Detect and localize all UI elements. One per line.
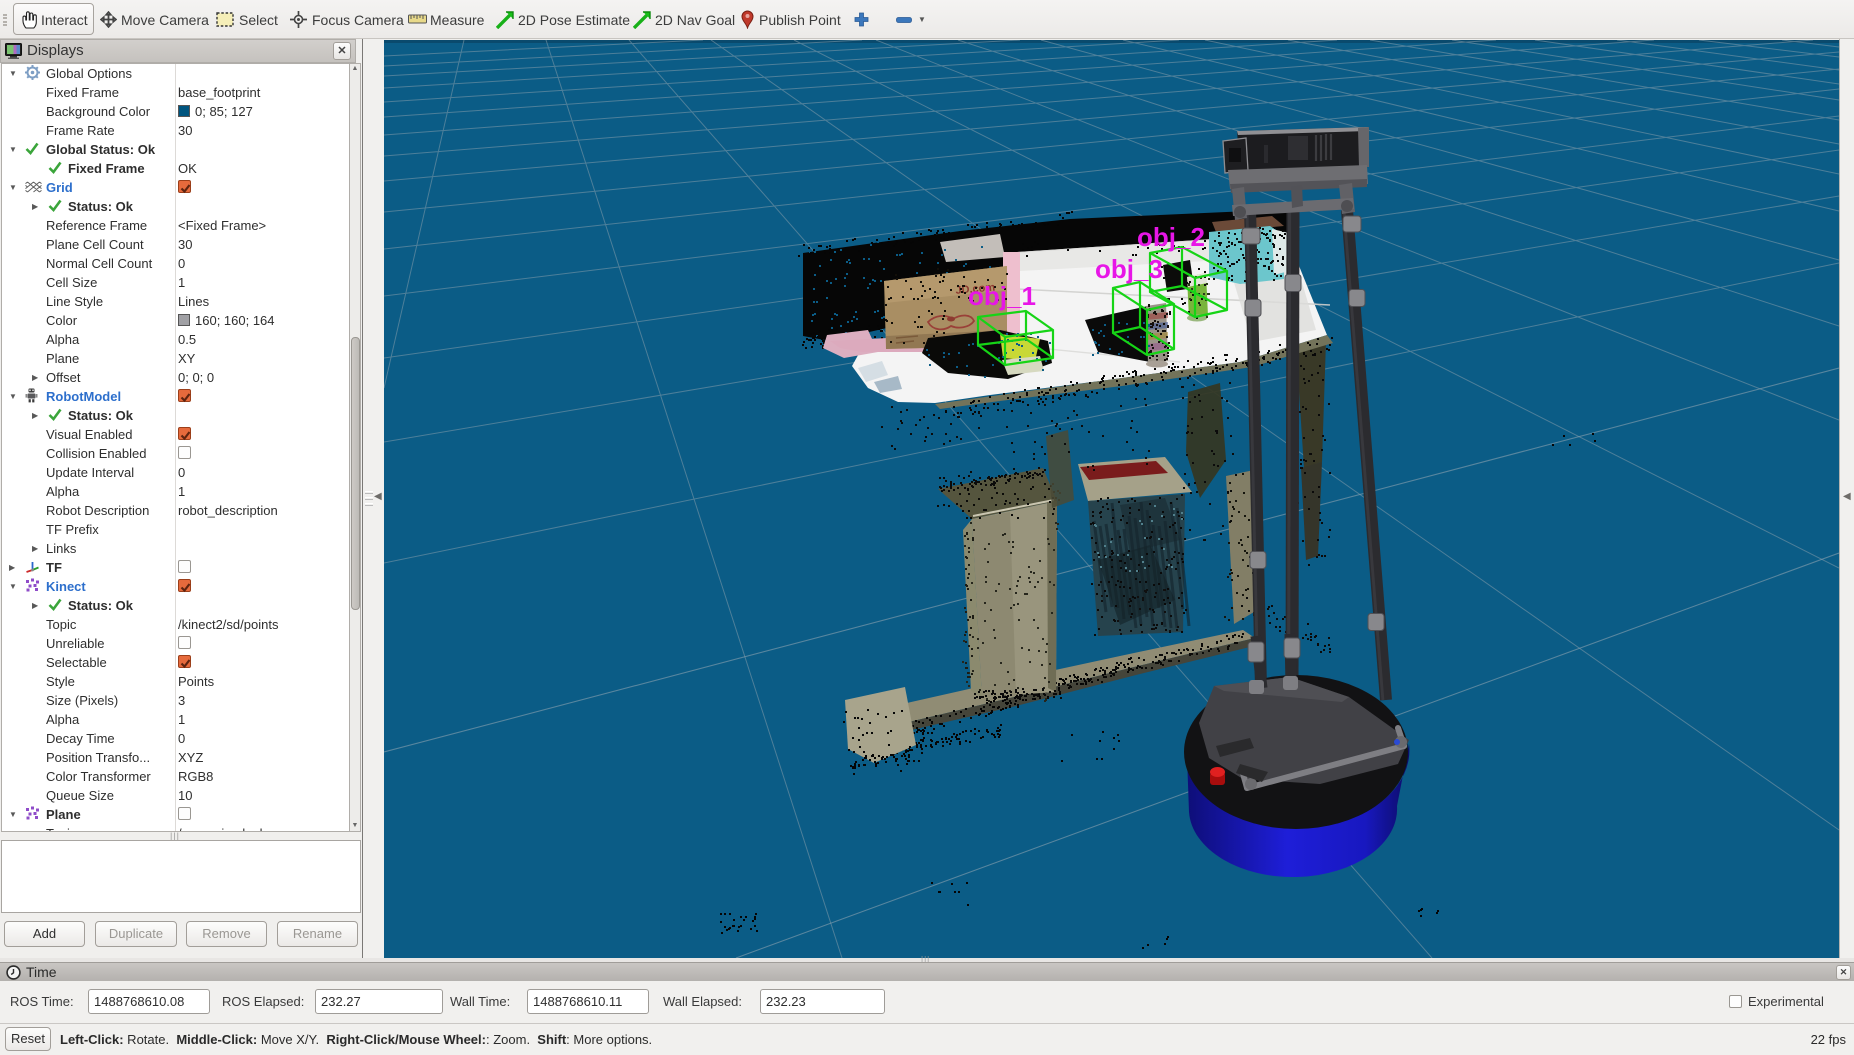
- svg-text:obj_3: obj_3: [1095, 254, 1163, 284]
- svg-text:obj_1: obj_1: [968, 281, 1036, 311]
- svg-text:obj_2: obj_2: [1137, 222, 1205, 252]
